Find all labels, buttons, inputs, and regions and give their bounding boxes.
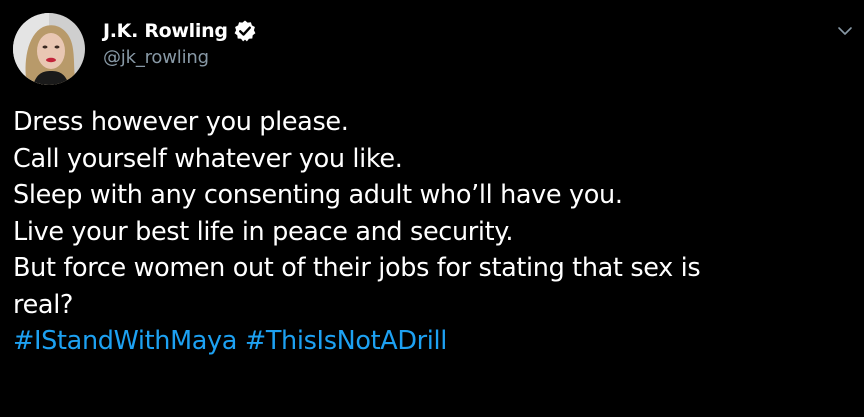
chevron-down-icon[interactable] <box>836 22 854 40</box>
tweet-line: Dress however you please. <box>13 107 349 137</box>
tweet-line: Call yourself whatever you like. <box>13 143 403 174</box>
tweet-line: Live your best life in peace and securit… <box>13 216 514 247</box>
tweet-text: Dress however you please. Call yourself … <box>13 104 859 360</box>
avatar-photo-icon <box>13 13 85 85</box>
author-display-name[interactable]: J.K. Rowling <box>103 20 228 42</box>
hashtag-link-istandwithmaya[interactable]: #IStandWithMaya <box>13 326 237 356</box>
verified-badge-icon <box>233 19 257 43</box>
hashtag-link-thisisnotadrill[interactable]: #ThisIsNotADrill <box>245 326 448 356</box>
author-name-row: J.K. Rowling <box>103 18 257 44</box>
author-avatar[interactable] <box>13 13 85 85</box>
tweet-line: Sleep with any consenting adult who’ll h… <box>13 180 623 210</box>
tweet-line: real? <box>13 289 74 320</box>
tweet-card: J.K. Rowling @jk_rowling Dress however y… <box>0 0 864 417</box>
tweet-line: But force women out of their jobs for st… <box>13 253 701 283</box>
author-handle[interactable]: @jk_rowling <box>103 47 209 68</box>
hashtag-row: #IStandWithMaya #ThisIsNotADrill <box>13 323 859 360</box>
